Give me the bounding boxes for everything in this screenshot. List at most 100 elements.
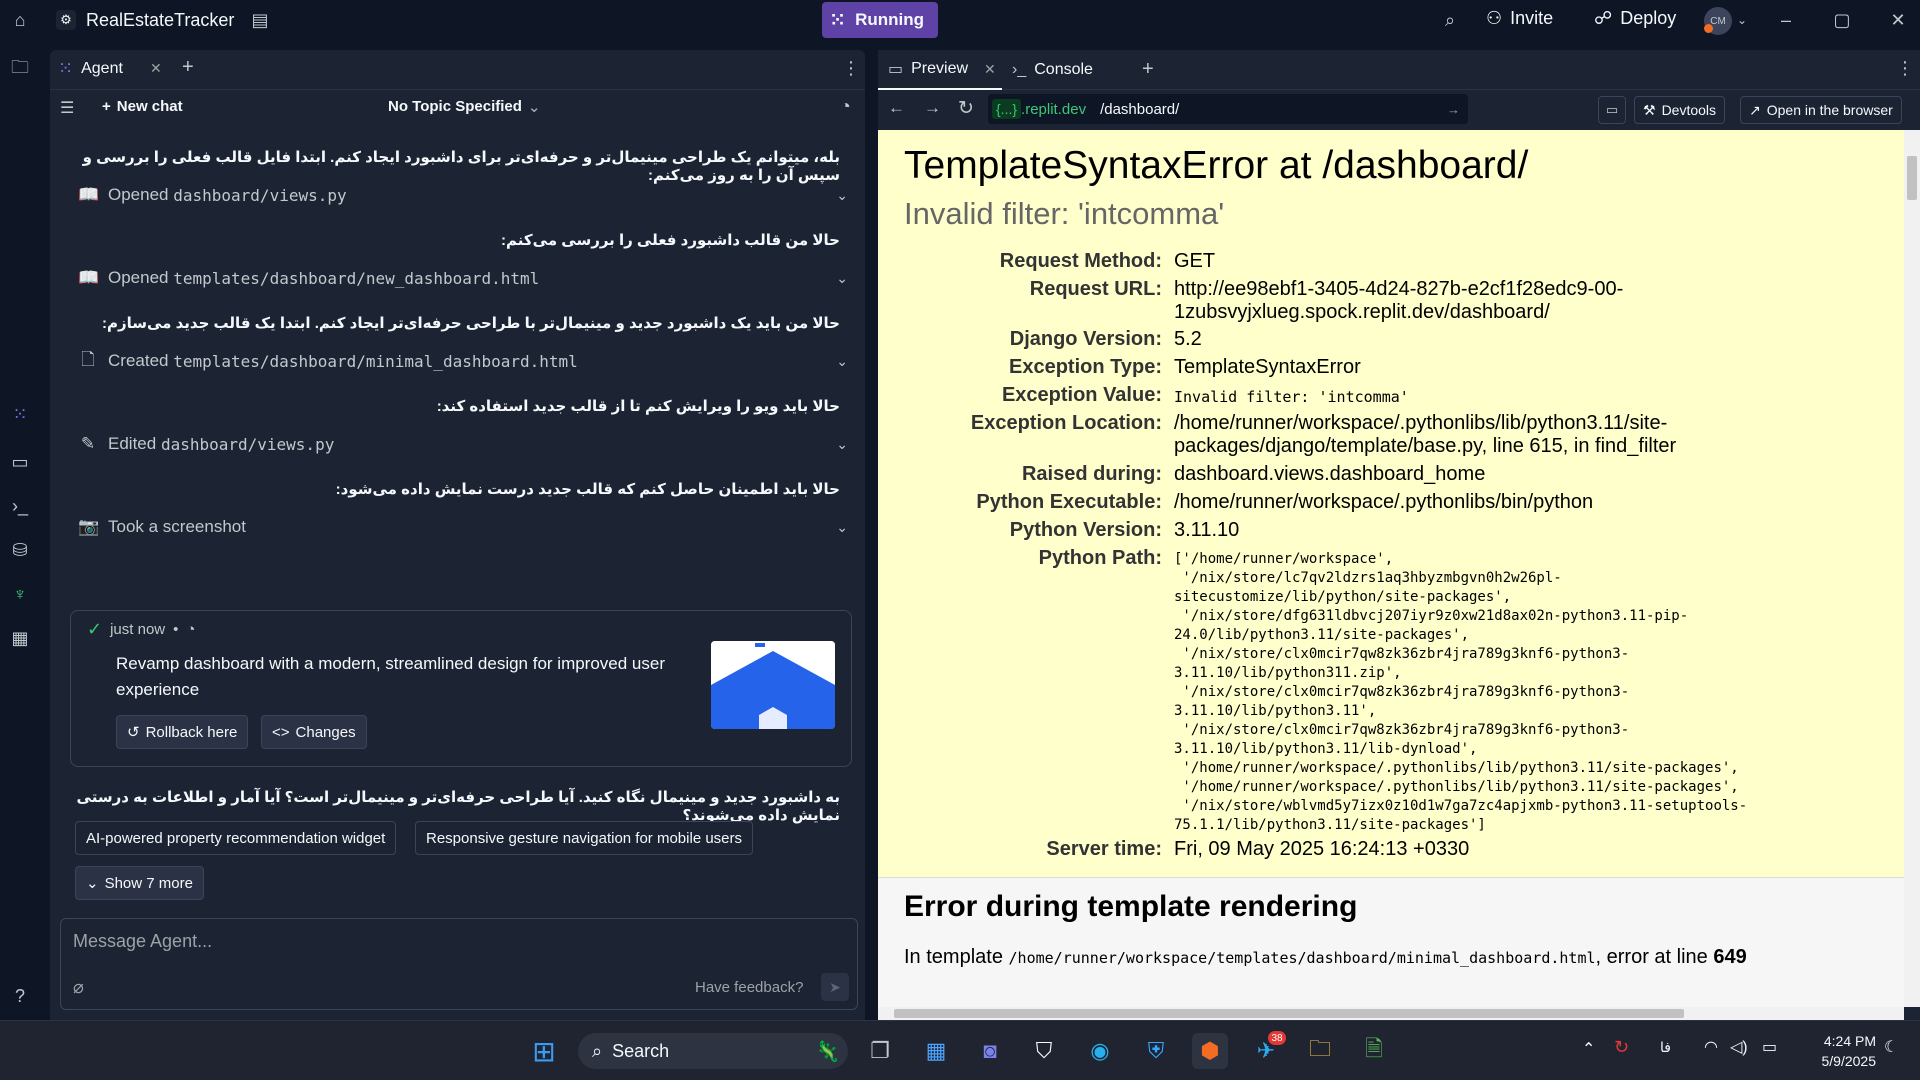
widgets-icon[interactable]: ▦ [918, 1033, 954, 1069]
chevron-down-icon[interactable]: ⌄ [1732, 10, 1752, 30]
reload-icon[interactable]: ↻ [958, 97, 974, 120]
clock[interactable]: 4:24 PM 5/9/2025 [1800, 1031, 1877, 1071]
close-tab-icon[interactable]: ✕ [150, 60, 162, 77]
close-tab-icon[interactable]: ✕ [984, 61, 996, 78]
teams-icon[interactable]: ◙ [972, 1033, 1008, 1069]
vertical-scrollbar[interactable] [1904, 130, 1920, 1007]
battery-icon[interactable]: ▭ [1762, 1037, 1777, 1057]
rollback-button[interactable]: ↺ Rollback here [116, 715, 249, 749]
action-created-template[interactable]: 🗋 Created templates/dashboard/minimal_da… [78, 347, 848, 375]
search-highlight-icon: 🦎 [815, 1040, 840, 1063]
running-label: Running [855, 10, 925, 29]
clock-time: 4:24 PM [1823, 1033, 1876, 1049]
home-icon[interactable]: ⌂ [10, 10, 30, 30]
preview-icon[interactable]: ▭ [8, 450, 32, 474]
more-options-icon[interactable]: ⋮ [1896, 58, 1914, 79]
chevron-down-icon: ⌄ [836, 186, 848, 203]
files-icon[interactable]: 🗀 [8, 57, 32, 82]
console-icon[interactable]: ›_ [8, 494, 32, 518]
agent-message: حالا باید اطمینان حاصل کنم که قالب جدید … [335, 481, 840, 498]
meta-key: Python Version: [1009, 519, 1162, 541]
volume-icon[interactable]: ◁) [1730, 1037, 1748, 1057]
suggestion-chip[interactable]: Responsive gesture navigation for mobile… [415, 821, 754, 855]
show-more-button[interactable]: ⌄ Show 7 more [75, 866, 204, 900]
app-icon[interactable]: ⚙ [56, 10, 76, 30]
preview-tab-bar: ▭ Preview ✕ ›_ Console + ⋮ [878, 50, 1920, 90]
meta-key: Django Version: [1009, 328, 1162, 350]
more-options-icon[interactable]: ⋮ [842, 58, 860, 79]
notepad-icon[interactable]: 🗎 [1356, 1033, 1392, 1069]
chevron-down-icon: ⌄ [836, 269, 848, 286]
agent-icon: ⁙ [58, 58, 74, 78]
go-arrow-icon[interactable]: → [1447, 102, 1460, 117]
scrollbar-thumb[interactable] [894, 1009, 1684, 1018]
meta-key: Server time: [1046, 838, 1162, 860]
message-input[interactable]: Message Agent... [73, 931, 212, 952]
notifications-icon[interactable]: ☾ [1884, 1037, 1898, 1057]
add-tab-icon[interactable]: + [182, 56, 194, 79]
help-icon[interactable]: ? [8, 984, 32, 1008]
apps-grid-icon[interactable]: ▦ [8, 626, 32, 650]
attach-icon[interactable]: ⌀ [73, 977, 84, 998]
replit-icon[interactable]: ⬢ [1192, 1033, 1228, 1069]
action-opened-views[interactable]: 📖 Opened dashboard/views.py ⌄ [78, 181, 848, 209]
device-icon[interactable]: ▭ [1598, 96, 1626, 124]
minimize-icon[interactable]: – [1776, 10, 1796, 30]
search-icon[interactable]: ⌕ [1440, 10, 1460, 30]
changes-button[interactable]: <> Changes [261, 715, 367, 749]
chevron-up-icon[interactable]: ⌃ [1582, 1039, 1595, 1059]
edge-icon[interactable]: ◉ [1082, 1033, 1118, 1069]
language-indicator[interactable]: فا [1660, 1039, 1671, 1056]
scrollbar-thumb[interactable] [1907, 156, 1917, 200]
action-screenshot[interactable]: 📷 Took a screenshot ⌄ [78, 513, 848, 541]
open-browser-button[interactable]: ↗ Open in the browser [1740, 96, 1902, 124]
topic-selector[interactable]: No Topic Specified ⌄ [388, 98, 540, 116]
sync-icon[interactable]: ↻ [1614, 1037, 1629, 1058]
feedback-link[interactable]: Have feedback? [695, 979, 803, 996]
store-icon[interactable]: ⛉ [1026, 1033, 1062, 1069]
windows-start-icon[interactable]: ⊞ [526, 1033, 562, 1069]
maximize-icon[interactable]: ▢ [1832, 10, 1852, 30]
send-button[interactable]: ➤ [821, 973, 849, 1001]
chevron-down-icon: ⌄ [836, 352, 848, 369]
horizontal-scrollbar[interactable] [878, 1007, 1904, 1020]
chevron-down-icon: ⌄ [86, 875, 99, 892]
new-chat-button[interactable]: + New chat [102, 98, 183, 115]
deploy-rail-icon[interactable]: ♆ [8, 582, 32, 606]
task-view-icon[interactable]: ❐ [862, 1033, 898, 1069]
deploy-button[interactable]: ☍ Deploy [1594, 8, 1676, 29]
close-icon[interactable]: ✕ [1888, 10, 1908, 30]
agent-icon[interactable]: ⁙ [8, 402, 32, 426]
checkpoint-description: Revamp dashboard with a modern, streamli… [116, 654, 665, 699]
check-circle-icon: ✓ [87, 619, 103, 639]
chat-list-icon[interactable]: ☰ [60, 98, 74, 118]
devtools-button[interactable]: ⚒ Devtools [1634, 96, 1726, 124]
taskbar-search[interactable]: ⌕ Search 🦎 [578, 1033, 848, 1069]
back-icon[interactable]: ← [888, 98, 905, 118]
meta-value: TemplateSyntaxError [1174, 356, 1361, 378]
file-explorer-icon[interactable]: 🗀 [1302, 1033, 1338, 1069]
add-tab-icon[interactable]: + [1142, 58, 1154, 81]
running-button[interactable]: ⁙ Running [822, 2, 938, 38]
wifi-icon[interactable]: ◠ [1704, 1037, 1718, 1057]
vpn-shield-icon[interactable]: ⛨ [1138, 1033, 1174, 1069]
forward-icon[interactable]: → [924, 98, 941, 118]
action-opened-template[interactable]: 📖 Opened templates/dashboard/new_dashboa… [78, 264, 848, 292]
agent-message: بله، میتوانم یک طراحی مینیمال‌تر و حرفه‌… [82, 149, 840, 184]
suggestion-chip[interactable]: AI-powered property recommendation widge… [75, 821, 397, 855]
tab-preview[interactable]: ▭ Preview ✕ [878, 50, 1002, 90]
list-view-icon[interactable]: ▤ [250, 10, 270, 30]
database-icon[interactable]: ⛁ [8, 538, 32, 562]
tab-agent[interactable]: ⁙ Agent [58, 58, 123, 79]
action-edited-views[interactable]: ✎ Edited dashboard/views.py ⌄ [78, 430, 848, 458]
code-icon: <> [272, 723, 290, 741]
url-input[interactable]: {...} .replit.dev /dashboard/ → [988, 94, 1468, 124]
speed-gauge-icon[interactable]: ◔ [840, 96, 851, 117]
app-title[interactable]: RealEstateTracker [86, 10, 234, 31]
tab-console[interactable]: ›_ Console [1012, 50, 1093, 90]
checkpoint-meta: ✓ just now • ◔ [87, 619, 196, 639]
screenshot-thumbnail[interactable] [711, 641, 835, 729]
invite-button[interactable]: ⚇ Invite [1486, 8, 1553, 29]
error-subtitle: Invalid filter: 'intcomma' [904, 196, 1225, 231]
preview-panel: ▭ Preview ✕ ›_ Console + ⋮ ← → ↻ {...} .… [878, 50, 1920, 1020]
